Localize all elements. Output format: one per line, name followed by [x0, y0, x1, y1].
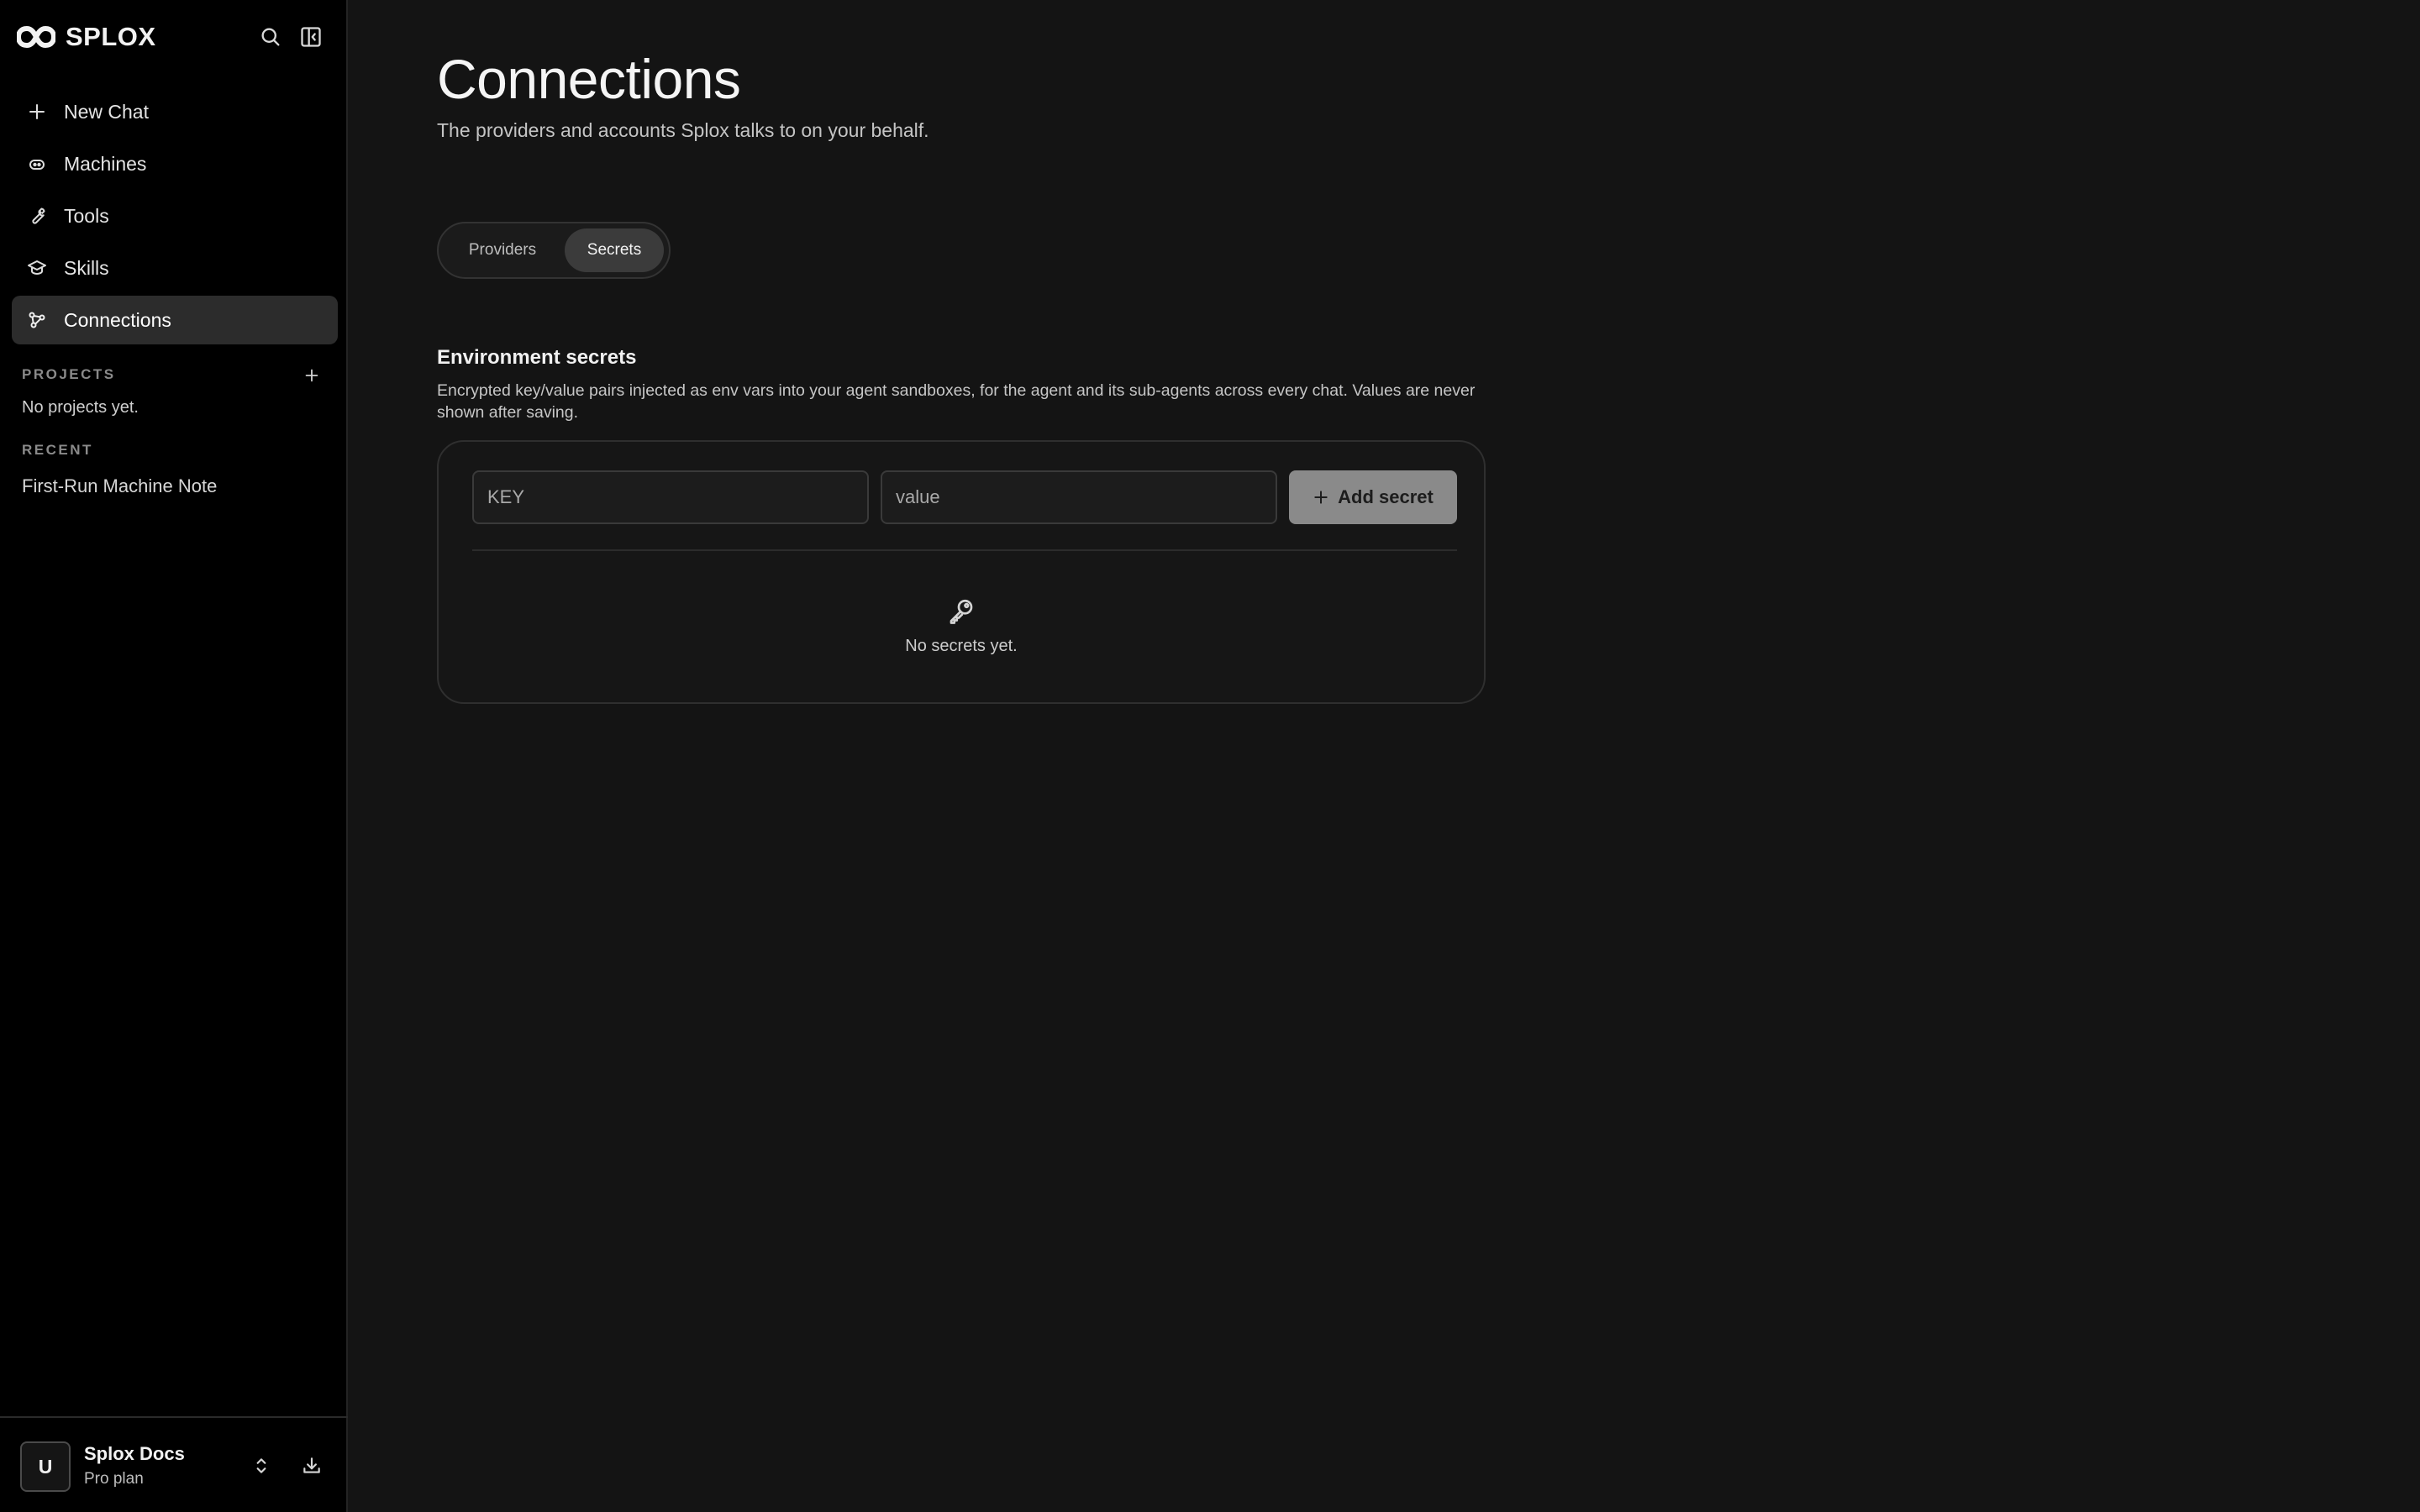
section-title: Environment secrets — [437, 346, 637, 369]
main-content: Connections The providers and accounts S… — [350, 0, 2420, 1512]
sidebar: SPLOX New Chat Machines Tools Skills Con… — [0, 0, 348, 1512]
splox-logo-icon — [17, 25, 55, 49]
sidebar-item-new-chat[interactable]: New Chat — [12, 87, 338, 136]
robot-icon — [25, 152, 49, 176]
wrench-icon — [25, 204, 49, 228]
sidebar-item-tools[interactable]: Tools — [12, 192, 338, 240]
sidebar-item-label: Machines — [64, 152, 147, 175]
secret-value-input[interactable] — [881, 470, 1277, 524]
sidebar-item-label: Connections — [64, 308, 171, 331]
page-subtitle: The providers and accounts Splox talks t… — [437, 119, 929, 141]
graduation-cap-icon — [25, 256, 49, 280]
avatar[interactable]: U — [20, 1441, 71, 1492]
add-secret-button[interactable]: Add secret — [1289, 470, 1457, 524]
add-secret-label: Add secret — [1338, 486, 1434, 507]
sidebar-item-connections[interactable]: Connections — [12, 296, 338, 344]
sidebar-item-label: Tools — [64, 204, 109, 227]
tab-secrets[interactable]: Secrets — [565, 228, 664, 272]
add-project-button[interactable] — [299, 363, 324, 388]
download-icon — [303, 1457, 320, 1473]
sidebar-item-label: Skills — [64, 256, 109, 279]
key-icon — [950, 599, 973, 624]
sidebar-nav: New Chat Machines Tools Skills Connectio… — [12, 87, 338, 348]
search-button[interactable] — [257, 24, 284, 50]
search-icon — [261, 28, 280, 46]
connections-icon — [25, 308, 49, 332]
account-footer: U Splox Docs Pro plan — [0, 1416, 348, 1512]
sidebar-item-machines[interactable]: Machines — [12, 139, 338, 188]
download-button[interactable] — [297, 1452, 326, 1480]
secret-key-input[interactable] — [472, 470, 869, 524]
chevrons-up-down-icon — [256, 1458, 266, 1473]
sidebar-item-skills[interactable]: Skills — [12, 244, 338, 292]
collapse-sidebar-button[interactable] — [297, 24, 324, 50]
plus-icon — [25, 100, 49, 123]
tab-providers[interactable]: Providers — [444, 228, 561, 272]
sidebar-item-label: New Chat — [64, 100, 149, 123]
brand-name: SPLOX — [66, 22, 156, 51]
recent-chat-item[interactable]: First-Run Machine Note — [22, 475, 217, 497]
secrets-card: Add secret No secrets yet. — [437, 440, 1486, 704]
projects-empty-text: No projects yet. — [22, 398, 139, 417]
sidebar-toggle-icon — [301, 27, 321, 47]
account-switcher-button[interactable] — [247, 1452, 276, 1480]
brand[interactable]: SPLOX — [17, 22, 156, 52]
recent-section-label: RECENT — [22, 442, 93, 458]
divider — [472, 549, 1457, 551]
secrets-empty-text: No secrets yet. — [905, 637, 1018, 655]
projects-section-label: PROJECTS — [22, 366, 116, 382]
account-name[interactable]: Splox Docs — [84, 1443, 185, 1465]
account-plan: Pro plan — [84, 1470, 144, 1488]
plus-icon — [1314, 491, 1328, 504]
app-root: SPLOX New Chat Machines Tools Skills Con… — [0, 0, 2420, 1512]
connections-tabs: Providers Secrets — [437, 222, 671, 279]
section-description: Encrypted key/value pairs injected as en… — [437, 381, 1476, 422]
plus-icon — [305, 369, 318, 382]
page-title: Connections — [437, 48, 741, 110]
